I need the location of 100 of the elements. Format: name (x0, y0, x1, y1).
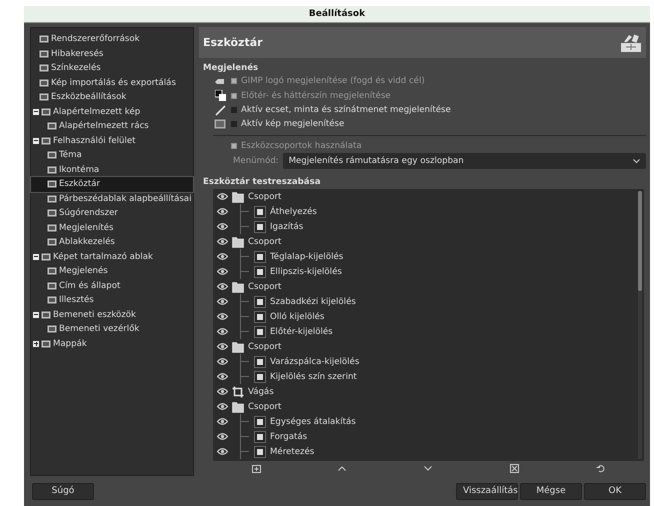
tool-row[interactable]: Csoport (213, 399, 644, 414)
sidebar-item[interactable]: Ikontéma (31, 162, 193, 177)
eye-icon[interactable] (217, 298, 228, 306)
eye-icon[interactable] (217, 328, 228, 336)
eye-icon[interactable] (217, 313, 228, 320)
eye-icon[interactable] (217, 343, 228, 350)
eye-icon[interactable] (217, 208, 228, 216)
expander-icon[interactable] (33, 254, 39, 260)
sidebar-item[interactable]: Illesztés (31, 293, 193, 308)
tool-row[interactable]: Olló kijelölés (213, 309, 644, 324)
eye-icon[interactable] (217, 403, 228, 410)
sidebar-item[interactable]: Eszközbeállítások (31, 90, 193, 104)
sidebar-item[interactable]: Ablakkezelés (31, 235, 193, 250)
new-group-icon[interactable] (252, 464, 261, 474)
tool-icon (254, 310, 266, 323)
crop-icon (232, 386, 244, 398)
eye-icon[interactable] (217, 268, 228, 276)
sidebar-item[interactable]: Képet tartalmazó ablak (31, 250, 193, 264)
tool-row[interactable]: Egységes átalakítás (213, 414, 644, 430)
window-title: Beállítások (308, 9, 366, 19)
tool-row[interactable]: Méretezés (213, 444, 644, 460)
eye-icon[interactable] (217, 253, 228, 260)
sidebar-item[interactable]: Cím és állapot (31, 278, 193, 293)
dialog-button[interactable]: Mégse (520, 482, 582, 500)
chevron-up-icon[interactable] (338, 466, 346, 472)
eye-icon[interactable] (217, 358, 228, 366)
sidebar-item[interactable]: Bemeneti eszközök (31, 308, 193, 322)
expander-icon[interactable] (33, 312, 39, 318)
sidebar-item[interactable]: Bemeneti vezérlők (31, 322, 193, 336)
chevron-down-icon[interactable] (424, 466, 432, 472)
panel-icon (41, 338, 51, 349)
panel-icon (47, 164, 57, 175)
eye-icon[interactable] (217, 418, 228, 426)
tool-row[interactable]: Csoport (213, 279, 644, 294)
tool-icon (254, 266, 266, 278)
sidebar-item[interactable]: Alapértelmezett rács (31, 119, 193, 134)
tool-row[interactable]: Áthelyezés (213, 204, 644, 220)
tool-row[interactable]: Csoport (213, 339, 644, 354)
tool-row[interactable]: Igazítás (213, 219, 644, 234)
tool-label: Kijelölés szín szerint (270, 372, 357, 382)
tool-label: Csoport (248, 342, 282, 352)
sidebar-item[interactable]: Felhasználói felület (31, 134, 193, 148)
eye-icon[interactable] (217, 388, 228, 396)
sidebar-label: Illesztés (59, 295, 94, 306)
tool-row[interactable]: Kijelölés szín szerint (213, 369, 644, 384)
eye-icon[interactable] (217, 448, 228, 456)
tool-label: Varázspálca-kijelölés (270, 356, 360, 367)
sidebar-item[interactable]: Párbeszédablak alapbeállításai (31, 192, 193, 206)
scrollbar[interactable] (638, 191, 642, 460)
tool-row[interactable]: Előtér-kijelölés (213, 324, 644, 340)
folder-icon (232, 236, 244, 248)
image-icon (214, 119, 226, 130)
sidebar-item[interactable]: Megjelenítés (31, 220, 193, 235)
tool-row[interactable]: Csoport (213, 189, 644, 204)
sidebar-item[interactable]: Mappák (31, 336, 193, 351)
expander-icon[interactable] (33, 340, 39, 347)
tool-row[interactable]: Ellipszis-kijelölés (213, 264, 644, 280)
eye-icon[interactable] (217, 433, 228, 440)
sidebar-item[interactable]: Eszköztár (31, 177, 193, 192)
sidebar-item[interactable]: Rendszererőforrások (31, 32, 193, 46)
tool-label: Vágás (248, 386, 274, 397)
tool-row[interactable]: Téglalap-kijelölés (213, 249, 644, 264)
delete-icon[interactable] (510, 464, 519, 474)
sidebar-item[interactable]: Alapértelmezett kép (31, 104, 193, 119)
menu-mode-dropdown[interactable]: Megjelenítés rámutatásra egy oszlopban (282, 153, 646, 170)
sidebar-item[interactable]: Színkezelés (31, 61, 193, 76)
tool-row[interactable]: Szabadkézi kijelölés (213, 294, 644, 310)
panel-icon (47, 266, 57, 276)
eye-icon[interactable] (217, 223, 228, 230)
sidebar-label: Megjelenés (59, 266, 108, 276)
sidebar-item[interactable]: Súgórendszer (31, 206, 193, 220)
sidebar-item[interactable]: Megjelenés (31, 264, 193, 278)
dialog-button[interactable]: OK (584, 482, 646, 500)
help-button[interactable]: Súgó (32, 482, 94, 500)
eye-icon[interactable] (217, 283, 228, 290)
folder-icon (232, 400, 244, 413)
dialog-button[interactable]: Visszaállítás (456, 482, 518, 500)
tool-icon (254, 416, 266, 428)
sidebar-label: Eszköztár (59, 179, 100, 190)
tool-row[interactable]: Csoport (213, 234, 644, 250)
sidebar-item[interactable]: Hibakeresés (31, 46, 193, 61)
tool-row[interactable]: Forgatás (213, 429, 644, 444)
reset-icon[interactable] (596, 464, 606, 474)
tool-row[interactable]: Vágás (213, 384, 644, 400)
sidebar-label: Rendszererőforrások (51, 34, 140, 44)
checkbox[interactable] (231, 107, 237, 114)
checkbox[interactable] (231, 121, 237, 128)
eye-icon[interactable] (217, 238, 228, 246)
expander-icon[interactable] (33, 138, 39, 144)
eye-icon[interactable] (217, 193, 228, 200)
folder-icon (232, 190, 244, 203)
tool-row[interactable]: Varázspálca-kijelölés (213, 354, 644, 370)
panel-icon (41, 310, 51, 320)
option-label: Előtér- és háttérszín megjelenítése (241, 90, 391, 101)
brush-icon (214, 104, 226, 116)
expander-icon[interactable] (33, 108, 39, 115)
sidebar-item[interactable]: Kép importálás és exportálás (31, 76, 193, 90)
panel-icon (47, 295, 57, 306)
eye-icon[interactable] (217, 373, 228, 380)
sidebar-item[interactable]: Téma (31, 148, 193, 162)
